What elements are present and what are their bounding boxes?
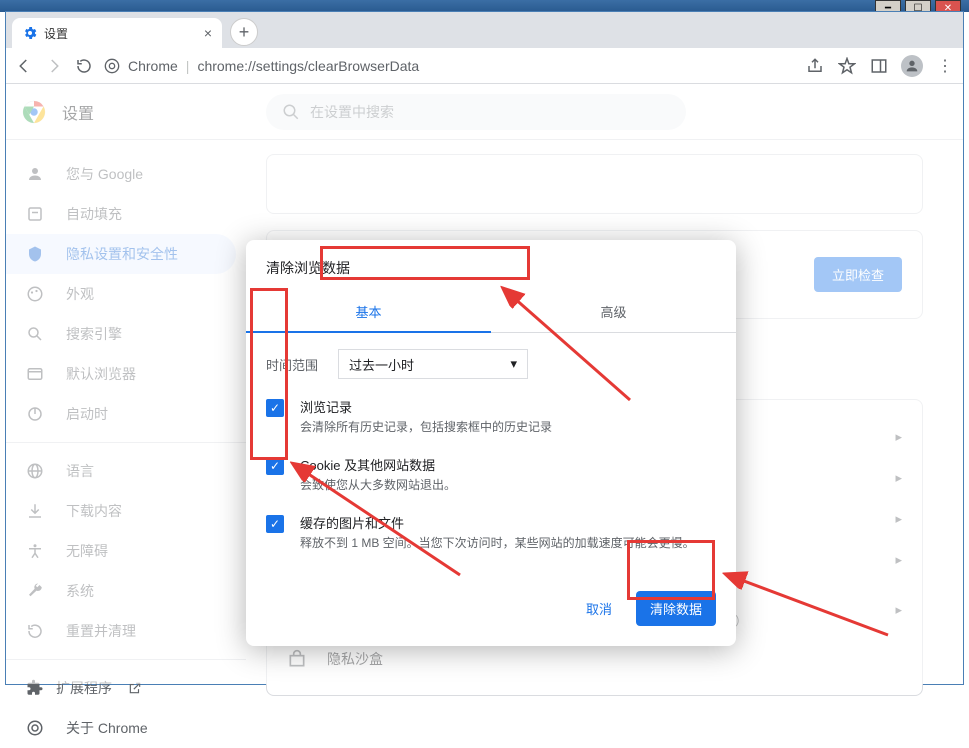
check-title: 缓存的图片和文件 xyxy=(300,513,695,532)
time-range-label: 时间范围 xyxy=(266,355,318,374)
url-scheme-label: Chrome xyxy=(128,58,178,74)
forward-button[interactable] xyxy=(44,56,64,76)
menu-icon[interactable]: ⋮ xyxy=(935,56,955,76)
clear-data-button[interactable]: 清除数据 xyxy=(636,591,716,626)
checkbox-browsing-history[interactable]: ✓ xyxy=(266,399,284,417)
check-subtitle: 会致使您从大多数网站退出。 xyxy=(300,476,456,493)
bookmark-icon[interactable] xyxy=(837,56,857,76)
select-value: 过去一小时 xyxy=(349,355,414,374)
check-row-cached: ✓ 缓存的图片和文件 释放不到 1 MB 空间。当您下次访问时，某些网站的加载速… xyxy=(266,513,716,551)
dialog-tab-basic[interactable]: 基本 xyxy=(246,292,491,333)
gear-icon xyxy=(22,25,38,41)
checkbox-cookies[interactable]: ✓ xyxy=(266,457,284,475)
chrome-icon xyxy=(26,719,46,737)
browser-tab[interactable]: 设置 × xyxy=(12,18,222,48)
address-bar[interactable]: Chrome | chrome://settings/clearBrowserD… xyxy=(104,58,795,74)
panel-icon[interactable] xyxy=(869,56,889,76)
check-row-browsing-history: ✓ 浏览记录 会清除所有历史记录，包括搜索框中的历史记录 xyxy=(266,397,716,435)
cancel-button[interactable]: 取消 xyxy=(572,591,626,626)
dialog-title: 清除浏览数据 xyxy=(246,240,736,292)
profile-avatar[interactable] xyxy=(901,55,923,77)
checkbox-cached[interactable]: ✓ xyxy=(266,515,284,533)
check-title: 浏览记录 xyxy=(300,397,552,416)
back-button[interactable] xyxy=(14,56,34,76)
tab-close-icon[interactable]: × xyxy=(204,25,212,41)
sidebar-label: 关于 Chrome xyxy=(66,718,148,738)
dialog-tab-advanced[interactable]: 高级 xyxy=(491,292,736,333)
check-title: Cookie 及其他网站数据 xyxy=(300,455,456,474)
tab-strip: 设置 × + xyxy=(6,12,963,48)
url-text: chrome://settings/clearBrowserData xyxy=(197,58,419,74)
share-icon[interactable] xyxy=(805,56,825,76)
check-row-cookies: ✓ Cookie 及其他网站数据 会致使您从大多数网站退出。 xyxy=(266,455,716,493)
time-range-select[interactable]: 过去一小时 ▾ xyxy=(338,349,528,379)
check-subtitle: 会清除所有历史记录，包括搜索框中的历史记录 xyxy=(300,418,552,435)
new-tab-button[interactable]: + xyxy=(230,18,258,46)
toolbar: Chrome | chrome://settings/clearBrowserD… xyxy=(6,48,963,84)
reload-button[interactable] xyxy=(74,56,94,76)
chrome-icon xyxy=(104,58,120,74)
clear-data-dialog: 清除浏览数据 基本 高级 时间范围 过去一小时 ▾ ✓ 浏览记录 会清除所有历史… xyxy=(246,240,736,646)
sidebar-item-about[interactable]: 关于 Chrome xyxy=(6,708,236,748)
tab-title: 设置 xyxy=(44,25,68,42)
check-subtitle: 释放不到 1 MB 空间。当您下次访问时，某些网站的加载速度可能会更慢。 xyxy=(300,534,695,551)
dropdown-icon: ▾ xyxy=(510,356,517,372)
